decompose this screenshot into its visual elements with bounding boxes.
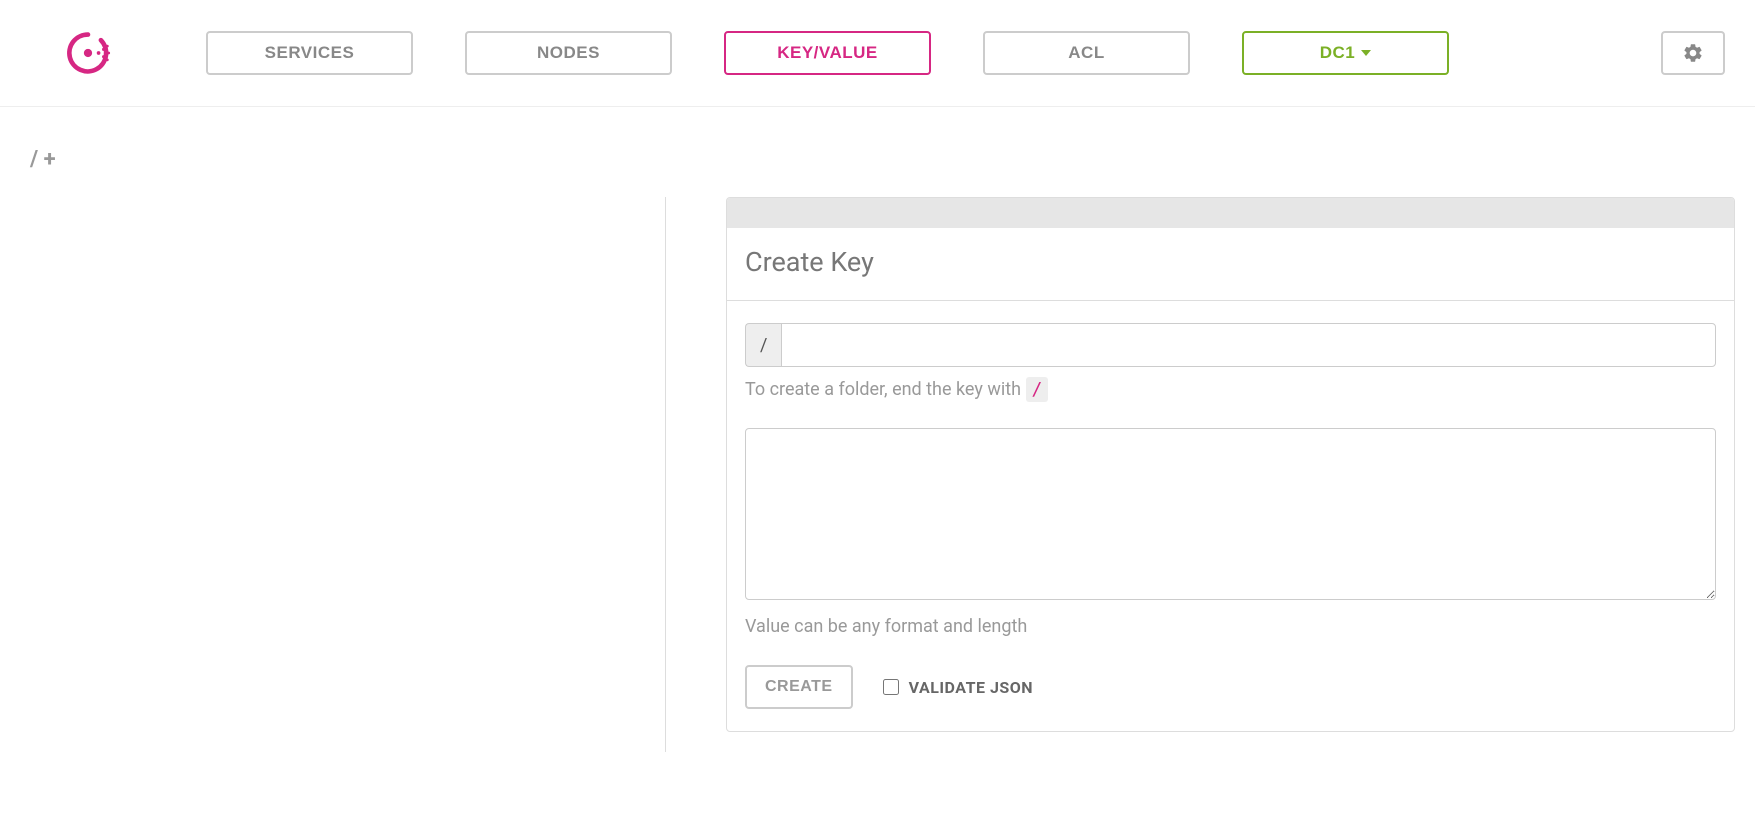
chevron-down-icon: [1361, 50, 1371, 56]
gear-icon: [1682, 42, 1704, 64]
key-input-group: /: [745, 323, 1716, 367]
panel-body: / To create a folder, end the key with /…: [727, 301, 1734, 731]
nav-nodes[interactable]: NODES: [465, 31, 672, 75]
create-button[interactable]: CREATE: [745, 665, 853, 709]
panel-title: Create Key: [727, 228, 1734, 301]
panel-header-bar: [727, 198, 1734, 228]
content-area: / + Create Key / To create a folder, end…: [0, 107, 1755, 752]
validate-json-text: VALIDATE JSON: [909, 678, 1033, 697]
top-nav: SERVICES NODES KEY/VALUE ACL DC1: [0, 0, 1755, 107]
value-help-text: Value can be any format and length: [745, 616, 1716, 637]
value-textarea[interactable]: [745, 428, 1716, 600]
breadcrumb: / +: [30, 147, 635, 172]
datacenter-label: DC1: [1320, 43, 1356, 63]
key-help-prefix: To create a folder, end the key with: [745, 379, 1026, 400]
nav-datacenter-dropdown[interactable]: DC1: [1242, 31, 1449, 75]
key-prefix-label: /: [745, 323, 781, 367]
validate-json-checkbox[interactable]: [883, 679, 899, 695]
key-help-text: To create a folder, end the key with /: [745, 379, 1716, 400]
panel-actions: CREATE VALIDATE JSON: [745, 665, 1716, 709]
nav-services[interactable]: SERVICES: [206, 31, 413, 75]
nav-acl[interactable]: ACL: [983, 31, 1190, 75]
breadcrumb-add-icon[interactable]: +: [44, 147, 56, 172]
key-input[interactable]: [781, 323, 1716, 367]
right-pane: Create Key / To create a folder, end the…: [666, 107, 1755, 752]
validate-json-label[interactable]: VALIDATE JSON: [883, 678, 1033, 697]
key-help-code: /: [1026, 377, 1049, 402]
consul-logo: [65, 30, 111, 76]
left-pane: / +: [0, 107, 665, 752]
settings-button[interactable]: [1661, 31, 1725, 75]
nav-keyvalue[interactable]: KEY/VALUE: [724, 31, 931, 75]
breadcrumb-root[interactable]: /: [30, 147, 38, 172]
create-key-panel: Create Key / To create a folder, end the…: [726, 197, 1735, 732]
